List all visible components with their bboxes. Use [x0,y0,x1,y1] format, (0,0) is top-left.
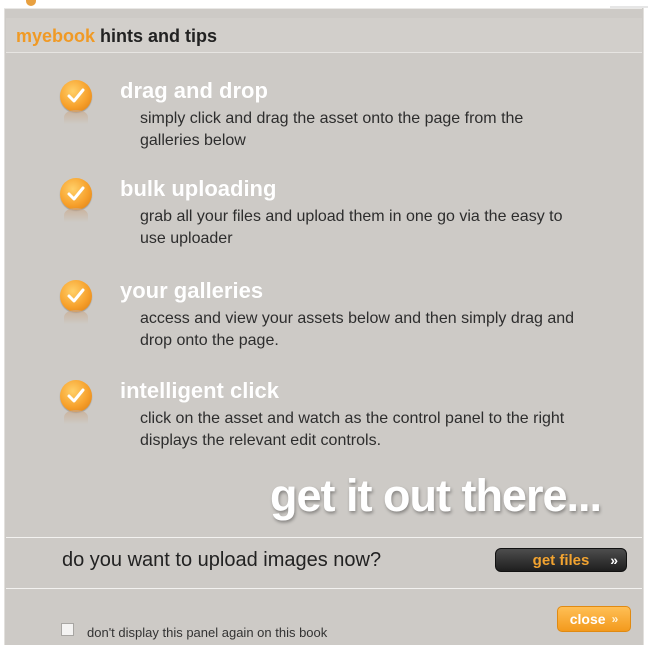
upload-question: do you want to upload images now? [62,549,382,571]
close-button[interactable]: close » [557,606,631,632]
tip-body: click on the asset and watch as the cont… [140,410,565,449]
tip-body: grab all your files and upload them in o… [140,208,563,247]
top-decoration [26,0,36,6]
tip-body: simply click and drag the asset onto the… [140,110,524,149]
tip-body: access and view your assets below and th… [140,310,575,349]
tip-title: drag and drop [120,78,268,103]
header-divider [6,52,642,53]
double-chevron-right-icon: » [611,612,619,626]
section-divider [6,588,642,589]
check-circle-icon [60,80,92,112]
tip-title: your galleries [120,278,264,303]
icon-reflection [64,410,88,424]
close-label: close [569,611,606,627]
check-circle-icon [60,280,92,312]
slogan: get it out there... [270,470,602,521]
section-divider [6,537,642,538]
double-chevron-right-icon: » [610,552,618,568]
header-title: hints and tips [95,26,218,46]
icon-reflection [64,208,88,222]
icon-reflection [64,310,88,324]
get-files-button[interactable]: get files » [495,548,627,572]
get-files-label: get files [532,551,590,569]
brand-name: myebook [16,26,96,46]
tip-title: bulk uploading [120,176,277,201]
check-circle-icon [60,380,92,412]
dont-show-again-label: don't display this panel again on this b… [87,625,328,640]
dont-show-again-checkbox[interactable] [61,623,74,636]
panel-title: myebook hints and tips [16,26,217,47]
panel-top-border [4,8,642,9]
check-circle-icon [60,178,92,210]
tip-title: intelligent click [120,378,279,403]
icon-reflection [64,110,88,124]
